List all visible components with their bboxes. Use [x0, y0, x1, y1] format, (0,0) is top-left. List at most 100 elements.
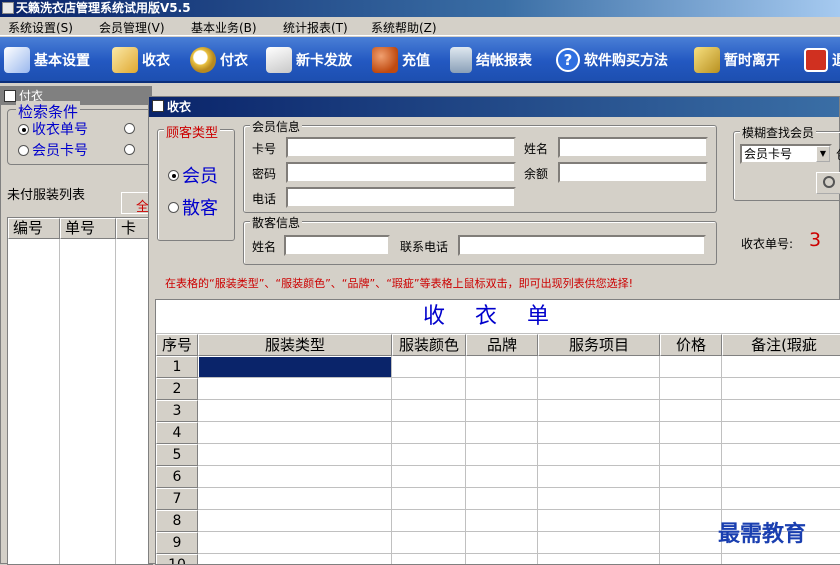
menu-statistics-report[interactable]: 统计报表(T) — [283, 19, 348, 36]
radio-circle — [168, 201, 179, 213]
order-table-title: 收衣单 — [156, 300, 840, 334]
guest-name-label: 姓名 — [252, 240, 277, 254]
users-icon — [372, 47, 398, 73]
fuzzy-search-legend: 模糊查找会员 — [740, 124, 817, 141]
column-header-color[interactable]: 服装颜色 — [392, 334, 466, 356]
help-icon: ? — [556, 48, 580, 72]
grid-line — [115, 239, 116, 564]
row-number-3[interactable]: 3 — [156, 400, 198, 422]
column-header-price[interactable]: 价格 — [660, 334, 722, 356]
grid-line — [659, 356, 660, 564]
menu-basic-business[interactable]: 基本业务(B) — [191, 19, 257, 36]
balance-input[interactable] — [558, 162, 708, 183]
grid-line — [59, 239, 60, 564]
fuzzy-search-select[interactable]: 会员卡号 ▼ — [740, 144, 832, 164]
column-header-remark[interactable]: 备注(瑕疵 — [722, 334, 840, 356]
member-name-label: 姓名 — [524, 142, 549, 156]
guest-phone-input[interactable] — [458, 235, 706, 256]
fuzzy-search-group: 模糊查找会员 会员卡号 ▼ 包 — [733, 124, 840, 201]
radio-extra-1[interactable] — [124, 123, 135, 134]
receive-clothes-button[interactable]: 收衣 — [112, 46, 170, 74]
column-header-seq[interactable]: 序号 — [156, 334, 198, 356]
guest-phone-label: 联系电话 — [400, 240, 449, 254]
selected-cell[interactable] — [199, 357, 391, 377]
grid-line — [198, 553, 840, 554]
receive-window: 收衣 顾客类型 会员 散客 会员信息 卡号 密码 电话 姓名 余额 模糊查找会员… — [148, 96, 840, 565]
grid-line — [198, 509, 840, 510]
member-name-input[interactable] — [558, 137, 708, 158]
chevron-down-icon[interactable]: ▼ — [816, 146, 830, 162]
keys-icon — [694, 47, 720, 73]
row-number-1[interactable]: 1 — [156, 356, 198, 378]
radio-member[interactable]: 会员 — [168, 162, 218, 188]
menu-system-help[interactable]: 系统帮助(Z) — [371, 19, 437, 36]
balance-label: 余额 — [524, 167, 549, 181]
exit-label: 退 — [832, 53, 840, 69]
basic-settings-button[interactable]: 基本设置 — [4, 46, 90, 74]
hint-text: 在表格的“服装类型”、“服装颜色”、“品牌”、“瑕疵”等表格上鼠标双击，即可出现… — [165, 277, 633, 290]
book-icon — [4, 47, 30, 73]
row-number-9[interactable]: 9 — [156, 532, 198, 554]
radio-order-number[interactable]: 收衣单号 — [18, 119, 88, 139]
row-number-6[interactable]: 6 — [156, 466, 198, 488]
column-header-id[interactable]: 编号 — [8, 218, 60, 239]
checkout-report-button[interactable]: 结帐报表 — [450, 46, 532, 74]
app-icon — [2, 2, 14, 14]
column-header-brand[interactable]: 品牌 — [466, 334, 538, 356]
guest-name-input[interactable] — [284, 235, 390, 256]
row-number-4[interactable]: 4 — [156, 422, 198, 444]
grid-line — [198, 377, 840, 378]
row-number-5[interactable]: 5 — [156, 444, 198, 466]
window-icon — [4, 90, 16, 102]
radio-guest[interactable]: 散客 — [168, 194, 218, 220]
column-header-service[interactable]: 服务项目 — [538, 334, 660, 356]
menu-member-management[interactable]: 会员管理(V) — [99, 19, 165, 36]
grid-line — [198, 443, 840, 444]
radio-order-number-label: 收衣单号 — [32, 122, 88, 138]
magnifier-icon — [190, 47, 216, 73]
menu-system-settings[interactable]: 系统设置(S) — [8, 19, 73, 36]
grid-line — [465, 356, 466, 564]
issue-new-card-button[interactable]: 新卡发放 — [266, 46, 352, 74]
radio-member-card-label: 会员卡号 — [32, 143, 88, 159]
receive-window-titlebar: 收衣 — [149, 97, 839, 117]
card-number-input[interactable] — [286, 137, 516, 158]
grid-line — [198, 487, 840, 488]
card-number-label: 卡号 — [252, 142, 277, 156]
recharge-button[interactable]: 充值 — [372, 46, 430, 74]
window-icon — [152, 100, 164, 112]
away-temporarily-label: 暂时离开 — [724, 53, 780, 69]
exit-button[interactable]: 退 — [804, 46, 840, 74]
checkout-report-label: 结帐报表 — [476, 53, 532, 69]
member-info-group: 会员信息 卡号 密码 电话 姓名 余额 — [243, 118, 717, 213]
fuzzy-search-button[interactable] — [816, 172, 840, 194]
radio-member-card[interactable]: 会员卡号 — [18, 140, 88, 160]
column-header-clothing-type[interactable]: 服装类型 — [198, 334, 392, 356]
app-title-bar: 天籁洗衣店管理系统试用版V5.5 — [0, 0, 840, 17]
grid-line — [537, 356, 538, 564]
unpaid-list-grid[interactable]: 编号 单号 卡 — [7, 217, 153, 565]
column-header-order[interactable]: 单号 — [60, 218, 116, 239]
phone-label: 电话 — [252, 192, 277, 206]
grid-line — [198, 465, 840, 466]
row-number-7[interactable]: 7 — [156, 488, 198, 510]
phone-input[interactable] — [286, 187, 516, 208]
envelope-icon — [266, 47, 292, 73]
guest-info-group: 散客信息 姓名 联系电话 — [243, 214, 717, 265]
issue-new-card-label: 新卡发放 — [296, 53, 352, 69]
order-number-label: 收衣单号: — [741, 237, 794, 251]
row-number-2[interactable]: 2 — [156, 378, 198, 400]
payout-clothes-label: 付衣 — [220, 53, 248, 69]
radio-extra-2[interactable] — [124, 144, 135, 155]
password-input[interactable] — [286, 162, 516, 183]
folder-icon — [112, 47, 138, 73]
radio-circle — [168, 169, 179, 181]
radio-member-label: 会员 — [182, 166, 218, 187]
app-title: 天籁洗衣店管理系统试用版V5.5 — [16, 1, 191, 15]
row-number-10[interactable]: 10 — [156, 554, 198, 564]
away-temporarily-button[interactable]: 暂时离开 — [694, 46, 780, 74]
row-number-8[interactable]: 8 — [156, 510, 198, 532]
payout-clothes-button[interactable]: 付衣 — [190, 46, 248, 74]
fuzzy-search-select-value: 会员卡号 — [744, 147, 793, 161]
purchase-method-button[interactable]: ? 软件购买方法 — [556, 46, 668, 74]
